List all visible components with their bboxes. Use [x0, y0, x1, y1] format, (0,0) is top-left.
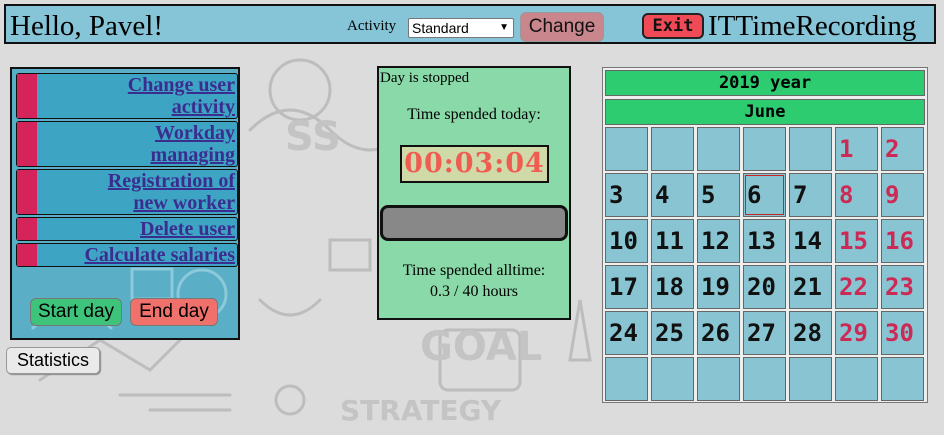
calendar-day-23[interactable]: 23 [881, 265, 924, 309]
activity-label: Activity [347, 18, 397, 34]
calendar-day-26[interactable]: 26 [697, 311, 740, 355]
time-alltime-label: Time spended alltime: [402, 262, 546, 279]
calendar-month-header: June [605, 99, 925, 125]
calendar-day-21[interactable]: 21 [789, 265, 832, 309]
menu-marker [17, 170, 37, 214]
menu-marker [17, 218, 37, 240]
calendar-day-18[interactable]: 18 [651, 265, 694, 309]
calendar-day-17[interactable]: 17 [605, 265, 648, 309]
time-tracking-panel: Day is stopped Time spended today: 00:03… [377, 66, 571, 320]
menu-change-user-activity[interactable]: Change user activity [16, 73, 238, 119]
calendar-day-11[interactable]: 11 [651, 219, 694, 263]
menu-delete-user[interactable]: Delete user [16, 217, 238, 241]
calendar-day-16[interactable]: 16 [881, 219, 924, 263]
calendar-empty-cell [743, 357, 786, 401]
calendar-day-28[interactable]: 28 [789, 311, 832, 355]
menu-label[interactable]: Delete user [140, 218, 235, 240]
day-status-text: Day is stopped [380, 70, 470, 86]
end-day-button[interactable]: End day [130, 298, 218, 326]
menu-label[interactable]: Workday managing [151, 122, 235, 166]
calendar-empty-cell [789, 357, 832, 401]
calendar-day-8[interactable]: 8 [835, 173, 878, 217]
calendar-day-27[interactable]: 27 [743, 311, 786, 355]
timer-display: 00:03:04 [400, 145, 549, 183]
calendar-day-4[interactable]: 4 [651, 173, 694, 217]
calendar-day-6[interactable]: 6 [743, 173, 786, 217]
calendar-empty-cell [881, 357, 924, 401]
time-alltime-value: 0.3 / 40 hours [430, 283, 518, 300]
change-activity-button[interactable]: Change [520, 12, 604, 42]
calendar-day-9[interactable]: 9 [881, 173, 924, 217]
calendar-day-3[interactable]: 3 [605, 173, 648, 217]
menu-calculate-salaries[interactable]: Calculate salaries [16, 243, 238, 267]
menu-label[interactable]: Calculate salaries [84, 244, 235, 266]
calendar-day-30[interactable]: 30 [881, 311, 924, 355]
progress-bar [380, 205, 568, 241]
calendar-day-5[interactable]: 5 [697, 173, 740, 217]
calendar-empty-cell [697, 127, 740, 171]
calendar-empty-cell [605, 357, 648, 401]
calendar-day-1[interactable]: 1 [835, 127, 878, 171]
start-day-button[interactable]: Start day [30, 298, 122, 326]
activity-select[interactable]: Standard ▼ [408, 18, 514, 38]
svg-text:STRATEGY: STRATEGY [340, 394, 502, 427]
calendar-empty-cell [835, 357, 878, 401]
calendar-empty-cell [651, 357, 694, 401]
calendar-year-header: 2019 year [605, 70, 925, 96]
menu-workday-managing[interactable]: Workday managing [16, 121, 238, 167]
activity-selected-value: Standard [412, 20, 469, 36]
calendar-day-10[interactable]: 10 [605, 219, 648, 263]
statistics-button[interactable]: Statistics [6, 347, 100, 374]
calendar-day-29[interactable]: 29 [835, 311, 878, 355]
dropdown-arrow-icon: ▼ [499, 22, 509, 33]
calendar-day-14[interactable]: 14 [789, 219, 832, 263]
app-title: ITTimeRecording [708, 10, 917, 42]
greeting-text: Hello, Pavel! [10, 10, 164, 42]
top-bar: Hello, Pavel! Activity Standard ▼ Change… [4, 4, 936, 44]
menu-label[interactable]: Change user activity [128, 74, 235, 118]
calendar-day-19[interactable]: 19 [697, 265, 740, 309]
calendar-day-25[interactable]: 25 [651, 311, 694, 355]
calendar-day-22[interactable]: 22 [835, 265, 878, 309]
calendar-day-13[interactable]: 13 [743, 219, 786, 263]
calendar-empty-cell [651, 127, 694, 171]
menu-marker [17, 74, 37, 118]
menu-label[interactable]: Registration of new worker [108, 170, 235, 214]
calendar-empty-cell [605, 127, 648, 171]
calendar-day-2[interactable]: 2 [881, 127, 924, 171]
calendar-day-7[interactable]: 7 [789, 173, 832, 217]
time-today-label: Time spended today: [407, 106, 541, 123]
calendar-day-12[interactable]: 12 [697, 219, 740, 263]
exit-button[interactable]: Exit [642, 13, 704, 39]
menu-marker [17, 122, 37, 166]
menu-registration-new-worker[interactable]: Registration of new worker [16, 169, 238, 215]
calendar-empty-cell [697, 357, 740, 401]
svg-text:GOAL: GOAL [420, 324, 542, 370]
menu-marker [17, 244, 37, 266]
calendar: 2019 year June 1 2 3 4 5 6 7 8 9 10 11 12 13 14 15 16 17… [602, 67, 928, 403]
calendar-day-24[interactable]: 24 [605, 311, 648, 355]
calendar-empty-cell [789, 127, 832, 171]
calendar-day-20[interactable]: 20 [743, 265, 786, 309]
calendar-day-15[interactable]: 15 [835, 219, 878, 263]
calendar-empty-cell [743, 127, 786, 171]
svg-text:SS: SS [285, 114, 341, 160]
